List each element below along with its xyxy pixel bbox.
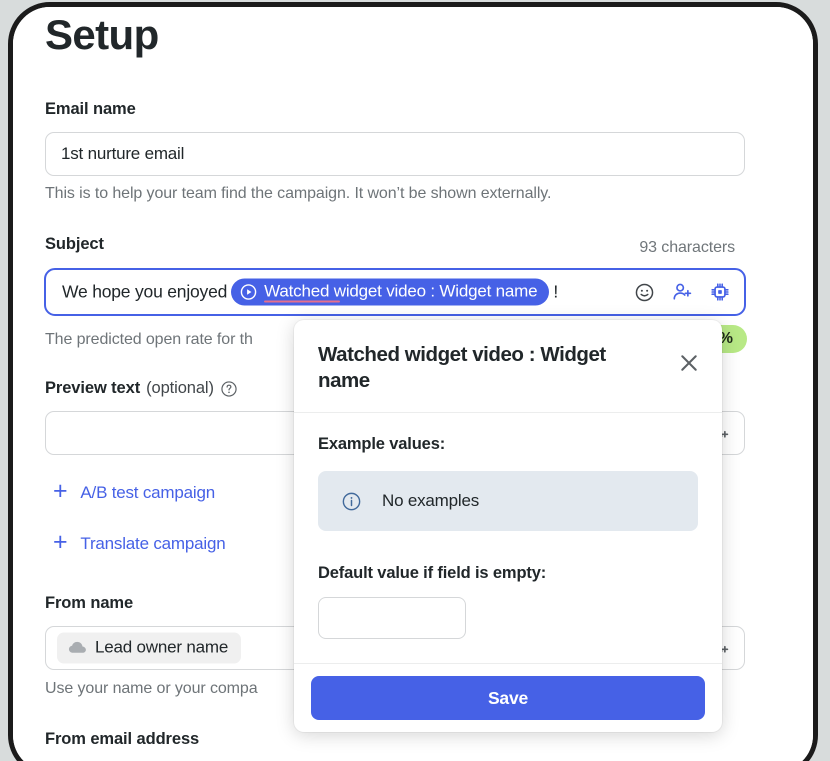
preview-text-label-main: Preview text bbox=[45, 379, 141, 397]
lead-owner-name-chip[interactable]: Lead owner name bbox=[57, 632, 242, 664]
translate-campaign-label: Translate campaign bbox=[80, 533, 226, 553]
plus-icon: + bbox=[53, 528, 68, 556]
example-values-empty-text: No examples bbox=[382, 491, 480, 511]
play-circle-icon bbox=[240, 283, 257, 300]
example-values-empty-state: No examples bbox=[318, 471, 698, 532]
subject-text-before: We hope you enjoyed bbox=[62, 281, 228, 302]
popover-title: Watched widget video : Widget name bbox=[318, 343, 606, 393]
translate-campaign-link[interactable]: + Translate campaign bbox=[53, 528, 226, 556]
email-name-helper: This is to help your team find the campa… bbox=[45, 185, 552, 202]
setup-page: Setup Email name 1st nurture email This … bbox=[13, 7, 813, 761]
email-name-label: Email name bbox=[45, 100, 136, 118]
ab-test-campaign-label: A/B test campaign bbox=[80, 482, 215, 502]
popover-footer: Save bbox=[294, 663, 722, 732]
merge-tag-settings-popover: Watched widget video : Widget name Examp… bbox=[294, 320, 722, 732]
popover-header: Watched widget video : Widget name bbox=[294, 320, 722, 414]
from-email-address-label: From email address bbox=[45, 730, 200, 748]
preview-text-optional: (optional) bbox=[146, 379, 214, 397]
subject-label: Subject bbox=[45, 235, 104, 253]
from-name-helper: Use your name or your compa bbox=[45, 680, 258, 697]
cloud-icon bbox=[68, 641, 87, 655]
email-name-value: 1st nurture email bbox=[61, 144, 185, 163]
preview-text-label: Preview text (optional) bbox=[45, 379, 238, 398]
default-value-input[interactable] bbox=[318, 597, 466, 640]
person-add-icon[interactable] bbox=[671, 281, 693, 303]
email-name-input[interactable]: 1st nurture email bbox=[45, 132, 745, 176]
page-title: Setup bbox=[45, 11, 159, 58]
emoji-icon[interactable] bbox=[634, 282, 655, 303]
info-circle-icon bbox=[341, 491, 362, 512]
merge-token-watched-widget-video[interactable]: Watched widget video : Widget name bbox=[231, 278, 550, 306]
from-name-label: From name bbox=[45, 594, 134, 612]
spellcheck-underline bbox=[264, 300, 341, 303]
app-window-frame: Setup Email name 1st nurture email This … bbox=[8, 2, 818, 761]
subject-toolbar bbox=[634, 281, 731, 303]
subject-input[interactable]: We hope you enjoyed Watched widget video… bbox=[44, 268, 746, 316]
subject-text-after: ! bbox=[553, 281, 559, 302]
ab-test-campaign-link[interactable]: + A/B test campaign bbox=[53, 477, 215, 505]
plus-icon: + bbox=[53, 477, 68, 505]
lead-owner-name-chip-label: Lead owner name bbox=[95, 637, 229, 657]
subject-character-count: 93 characters bbox=[639, 239, 735, 256]
default-value-label: Default value if field is empty: bbox=[318, 564, 547, 583]
save-button[interactable]: Save bbox=[311, 676, 705, 720]
merge-token-label: Watched widget video : Widget name bbox=[264, 281, 538, 303]
screenshot-root: Setup Email name 1st nurture email This … bbox=[0, 0, 830, 761]
subject-content: We hope you enjoyed Watched widget video… bbox=[62, 278, 559, 306]
question-circle-icon[interactable] bbox=[220, 380, 238, 398]
close-icon[interactable] bbox=[676, 350, 702, 376]
subject-helper: The predicted open rate for th bbox=[45, 331, 253, 348]
ai-chip-icon[interactable] bbox=[709, 281, 731, 303]
example-values-label: Example values: bbox=[318, 435, 446, 454]
popover-body: Example values: No examples Default valu… bbox=[294, 413, 722, 640]
